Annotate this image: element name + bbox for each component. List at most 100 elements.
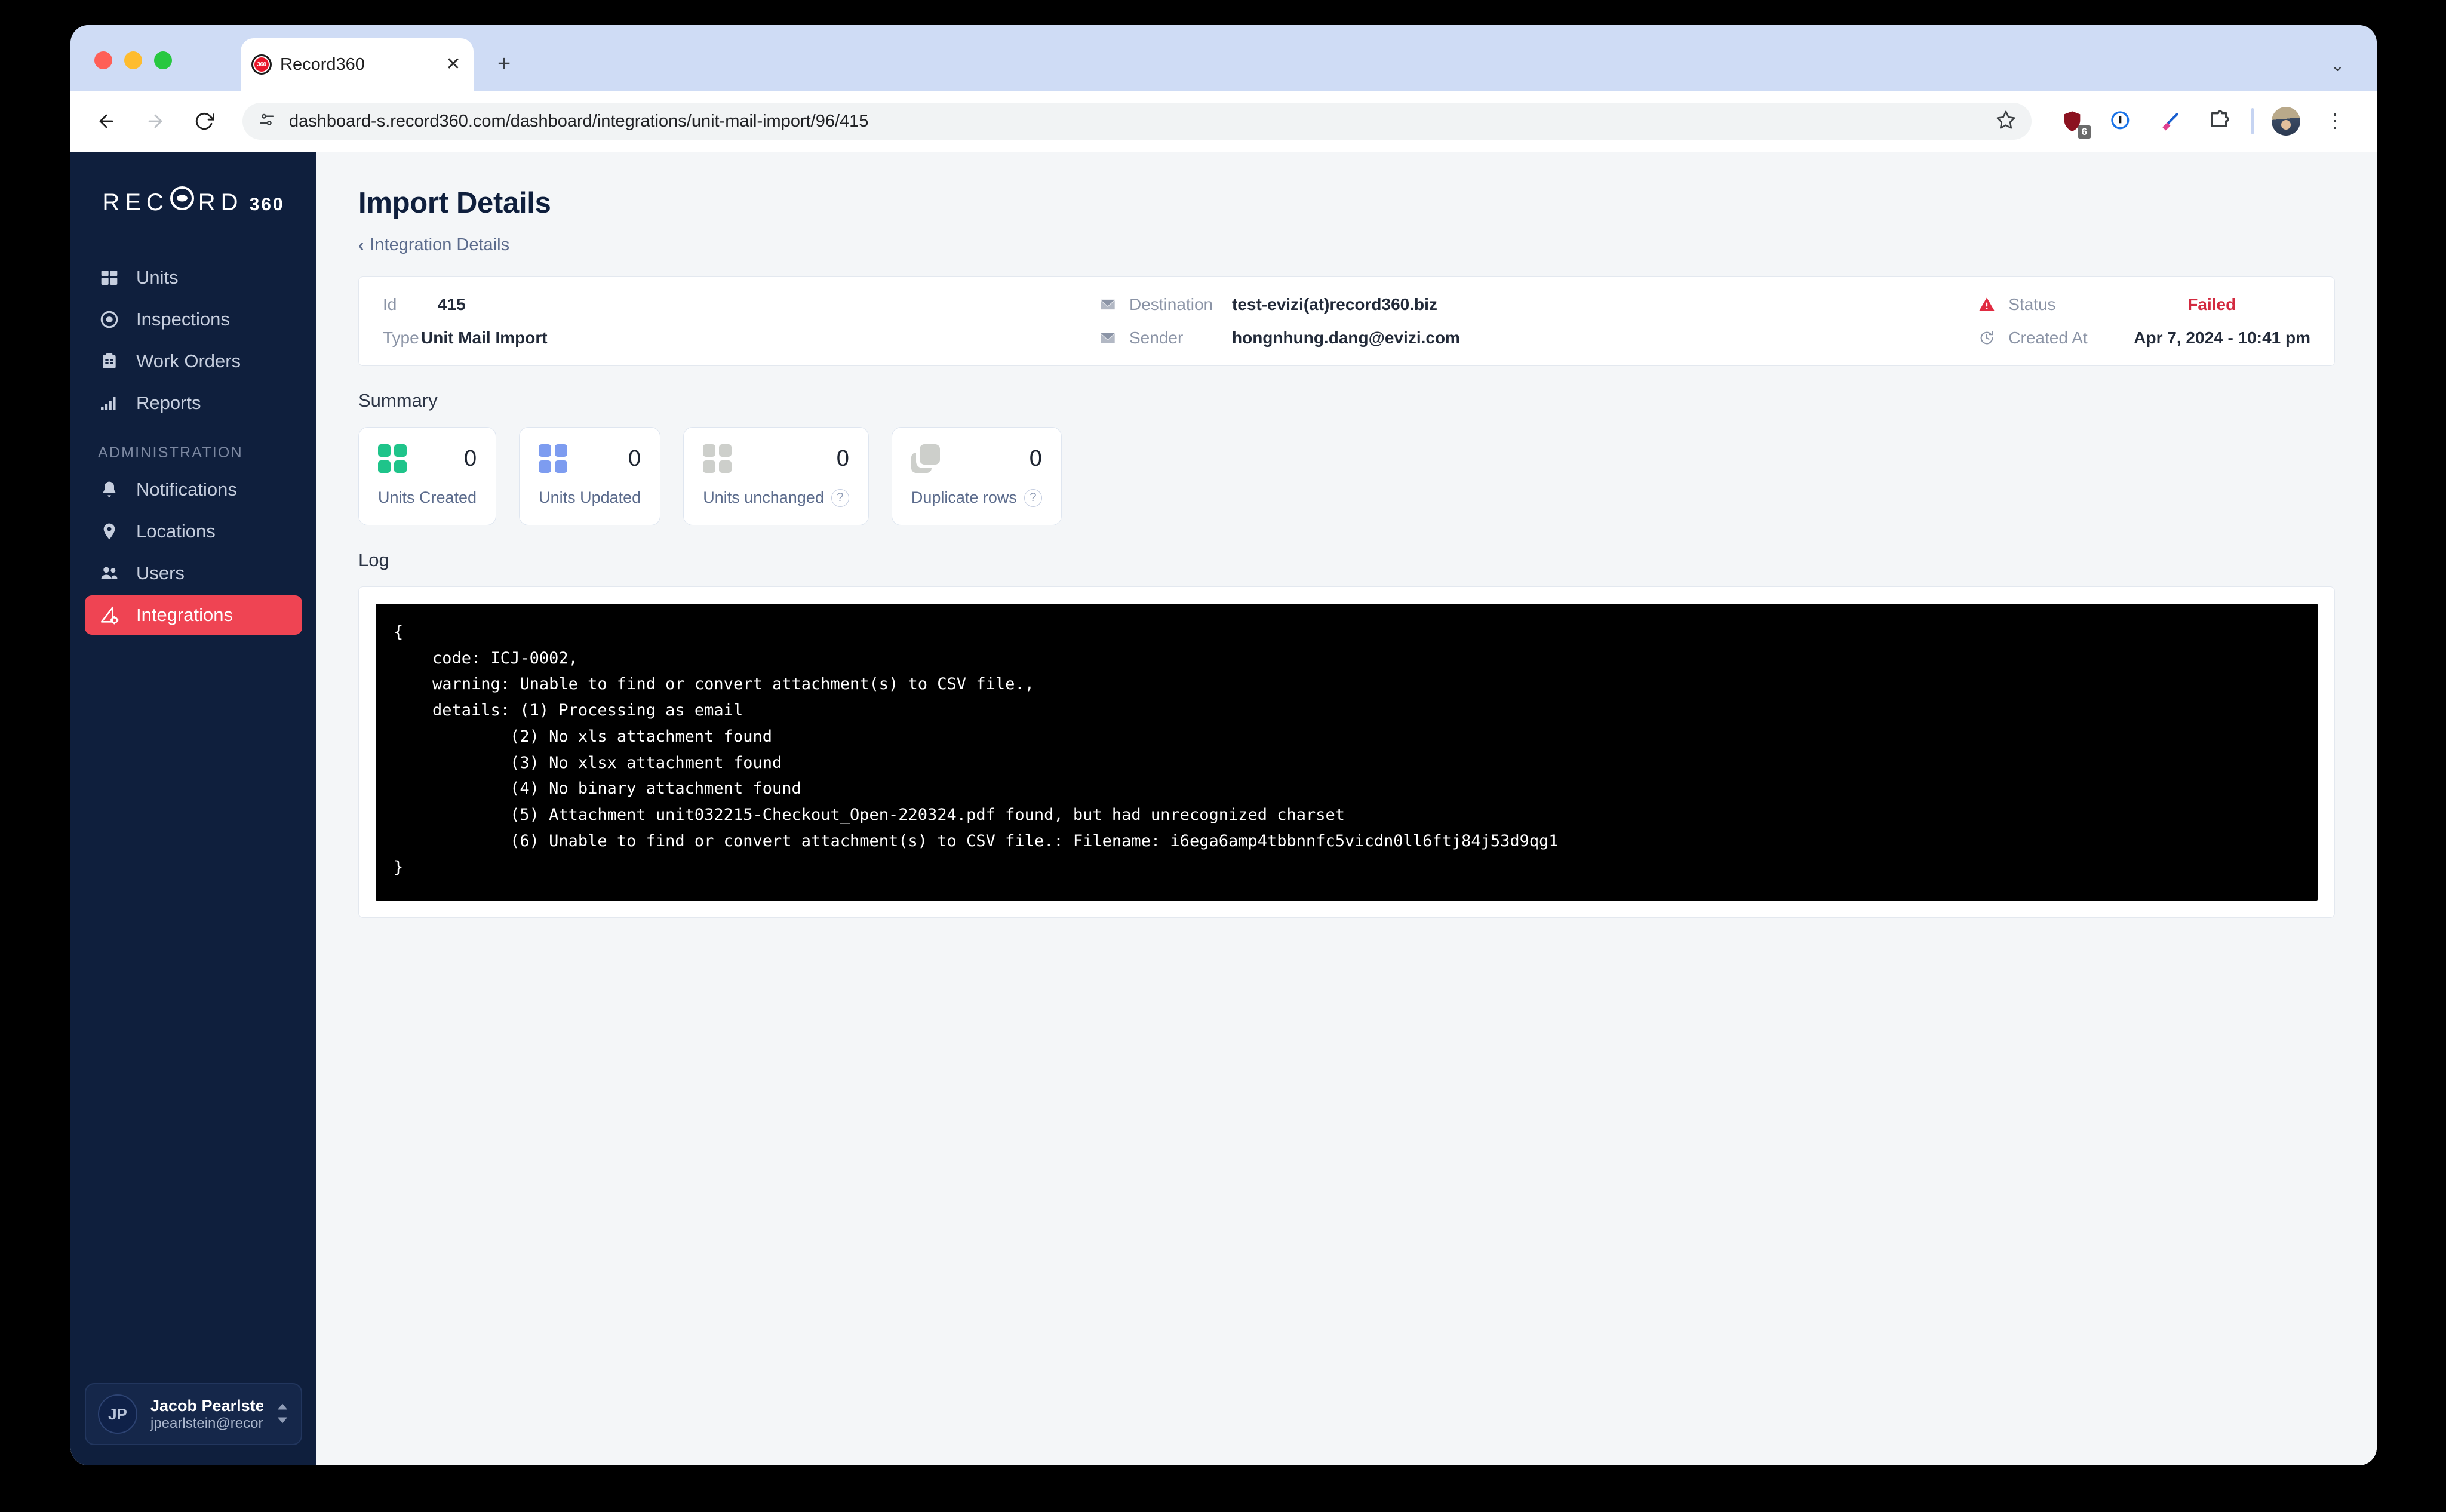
- summary-label-wrap: Duplicate rows ?: [911, 488, 1042, 507]
- grid-icon: [98, 266, 121, 289]
- url-text: dashboard-s.record360.com/dashboard/inte…: [289, 111, 869, 131]
- sidebar-item-users[interactable]: Users: [85, 554, 302, 593]
- import-info-card: Id 415 Type Unit Mail Import Destination: [358, 276, 2335, 366]
- sidebar-item-reports[interactable]: Reports: [85, 383, 302, 423]
- eye-icon: [98, 308, 121, 331]
- new-tab-button[interactable]: +: [497, 53, 511, 75]
- sidebar-item-inspections[interactable]: Inspections: [85, 300, 302, 339]
- administration-nav: Notifications Locations Users Integratio…: [70, 470, 316, 635]
- summary-card-units-unchanged[interactable]: 0 Units unchanged ?: [683, 427, 869, 525]
- close-window-button[interactable]: [94, 51, 112, 69]
- back-button[interactable]: [90, 105, 123, 138]
- user-email: jpearlstein@record360.c: [150, 1415, 263, 1431]
- user-profile-card[interactable]: JP Jacob Pearlstein jpearlstein@record36…: [85, 1383, 302, 1445]
- extension-icons: 6 ⋮: [2055, 105, 2352, 139]
- help-icon[interactable]: ?: [831, 488, 849, 507]
- sidebar-item-label: Locations: [136, 521, 216, 542]
- user-meta: Jacob Pearlstein jpearlstein@record360.c: [150, 1397, 263, 1432]
- reload-button[interactable]: [188, 105, 221, 138]
- extensions-puzzle-icon[interactable]: [2202, 105, 2236, 138]
- browser-tab[interactable]: 360 Record360 ✕: [241, 38, 474, 91]
- info-row-sender: Sender hongnhung.dang@evizi.com: [1099, 328, 1870, 348]
- envelope-icon: [1099, 330, 1120, 346]
- grid-icon: [539, 444, 568, 473]
- tab-strip: 360 Record360 ✕ + ⌄: [70, 25, 2377, 91]
- summary-card-units-updated[interactable]: 0 Units Updated: [519, 427, 661, 525]
- sidebar-item-work-orders[interactable]: Work Orders: [85, 342, 302, 381]
- summary-card-units-created[interactable]: 0 Units Created: [358, 427, 497, 525]
- minimize-window-button[interactable]: [124, 51, 142, 69]
- warning-triangle-icon: [1978, 296, 1999, 313]
- logo-text-suffix: 360: [249, 195, 285, 214]
- sidebar-item-notifications[interactable]: Notifications: [85, 470, 302, 509]
- users-icon: [98, 562, 121, 585]
- eyedropper-icon[interactable]: [2153, 105, 2187, 138]
- summary-label: Units Created: [378, 488, 477, 506]
- sidebar-item-label: Work Orders: [136, 351, 241, 371]
- summary-label-wrap: Units Updated: [539, 488, 641, 507]
- tab-title: Record360: [280, 54, 365, 74]
- status-label: Status: [2008, 295, 2056, 314]
- primary-nav: Units Inspections Work Orders Reports: [70, 258, 316, 423]
- summary-card-duplicate-rows[interactable]: 0 Duplicate rows ?: [891, 427, 1062, 525]
- browser-window: 360 Record360 ✕ + ⌄ dashboard-s.record36…: [70, 25, 2377, 1465]
- tab-search-chevron-down-icon[interactable]: ⌄: [2331, 56, 2344, 75]
- summary-card-top: 0: [539, 444, 641, 473]
- breadcrumb[interactable]: ‹ Integration Details: [358, 235, 509, 255]
- logo-o-icon: [170, 186, 194, 210]
- close-tab-icon[interactable]: ✕: [444, 56, 463, 73]
- info-column-mail: Destination test-evizi(at)record360.biz …: [1099, 295, 1870, 348]
- envelope-icon: [1099, 296, 1120, 313]
- bell-icon: [98, 478, 121, 501]
- info-row-id: Id 415: [383, 295, 1099, 314]
- created-at-value: Apr 7, 2024 - 10:41 pm: [2134, 328, 2310, 347]
- profile-avatar[interactable]: [2269, 105, 2303, 138]
- user-name: Jacob Pearlstein: [150, 1396, 263, 1415]
- summary-label-wrap: Units Created: [378, 488, 477, 507]
- info-row-type: Type Unit Mail Import: [383, 328, 1099, 348]
- summary-card-top: 0: [378, 444, 477, 473]
- chevron-left-icon: ‹: [358, 235, 364, 254]
- created-at-label: Created At: [2008, 328, 2088, 347]
- sidebar-item-locations[interactable]: Locations: [85, 512, 302, 551]
- grid-icon: [703, 444, 732, 473]
- logo-text-part2: RD: [198, 189, 244, 216]
- summary-count: 0: [463, 446, 477, 471]
- sidebar-item-units[interactable]: Units: [85, 258, 302, 297]
- help-icon[interactable]: ?: [1024, 488, 1042, 507]
- record360-favicon-icon: 360: [251, 54, 272, 75]
- summary-label-wrap: Units unchanged ?: [703, 488, 849, 507]
- id-label: Id: [383, 295, 397, 314]
- status-badge: Failed: [2187, 295, 2236, 314]
- type-label: Type: [383, 328, 419, 347]
- maximize-window-button[interactable]: [154, 51, 172, 69]
- bookmark-star-icon[interactable]: [1996, 110, 2016, 133]
- sidebar-item-label: Units: [136, 267, 179, 288]
- grid-icon: [378, 444, 407, 473]
- clock-icon: [1978, 330, 1999, 346]
- privacy-shield-icon[interactable]: [2104, 105, 2138, 138]
- info-row-destination: Destination test-evizi(at)record360.biz: [1099, 295, 1870, 314]
- chrome-menu-icon[interactable]: ⋮: [2318, 105, 2352, 138]
- summary-label: Units Updated: [539, 488, 641, 506]
- chevron-updown-icon[interactable]: [276, 1403, 289, 1426]
- browser-toolbar: dashboard-s.record360.com/dashboard/inte…: [70, 91, 2377, 152]
- forward-button[interactable]: [139, 105, 172, 138]
- summary-label: Units unchanged: [703, 488, 824, 506]
- info-column-status: Status Failed Created At Apr 7, 2024 - 1…: [1978, 295, 2310, 348]
- summary-count: 0: [836, 446, 849, 471]
- summary-card-top: 0: [703, 444, 849, 473]
- summary-card-top: 0: [911, 444, 1042, 473]
- ublock-origin-icon[interactable]: 6: [2055, 105, 2091, 139]
- page-title: Import Details: [358, 187, 551, 219]
- sidebar-item-label: Users: [136, 563, 185, 583]
- destination-label: Destination: [1129, 295, 1213, 314]
- address-bar[interactable]: dashboard-s.record360.com/dashboard/inte…: [242, 103, 2032, 140]
- sidebar-item-integrations[interactable]: Integrations: [85, 595, 302, 635]
- sidebar-item-label: Notifications: [136, 479, 237, 500]
- info-column-identity: Id 415 Type Unit Mail Import: [383, 295, 1099, 348]
- site-settings-icon[interactable]: [258, 111, 276, 132]
- summary-label: Duplicate rows: [911, 488, 1017, 506]
- sidebar: REC RD 360 Units Inspections Work Orders…: [70, 152, 316, 1465]
- log-heading: Log: [358, 549, 389, 570]
